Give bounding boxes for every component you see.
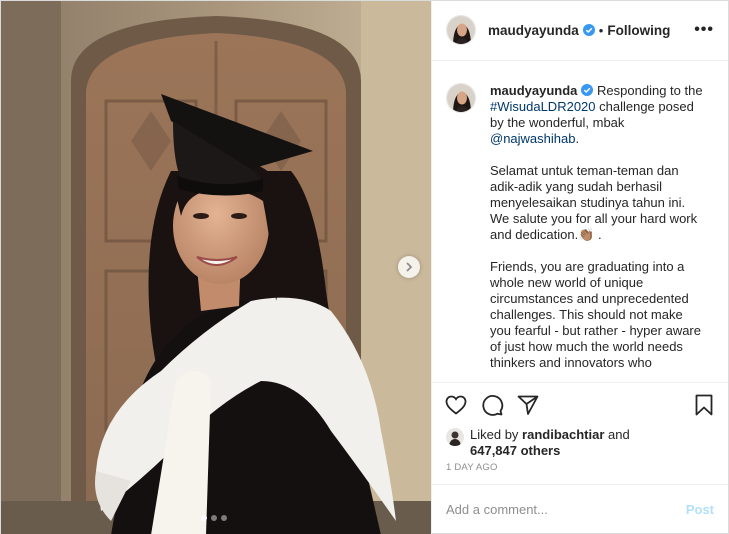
post-header: maudyayunda • Following •••: [432, 1, 728, 61]
username-link[interactable]: maudyayunda: [488, 23, 579, 38]
mention-link[interactable]: @najwashihab: [490, 131, 575, 146]
paper-plane-icon: [517, 395, 539, 415]
like-button[interactable]: [444, 393, 468, 417]
save-button[interactable]: [692, 393, 716, 417]
bookmark-icon: [695, 394, 713, 416]
liker-avatar-image: [446, 427, 464, 446]
liker-avatar[interactable]: [446, 427, 464, 446]
verified-badge-icon: [581, 83, 594, 96]
avatar-image: [447, 83, 475, 112]
caption-area: maudyayunda Responding to the #WisudaLDR…: [432, 61, 728, 382]
action-bar: [432, 381, 728, 427]
comment-button[interactable]: [480, 393, 504, 417]
carousel-dot: [211, 515, 217, 521]
avatar[interactable]: [446, 82, 476, 113]
comment-icon: [482, 394, 504, 416]
heart-icon: [445, 395, 467, 415]
likes-count-link[interactable]: 647,847 others: [470, 443, 560, 458]
share-button[interactable]: [516, 393, 540, 417]
post-comment-button[interactable]: Post: [686, 502, 714, 517]
post-timestamp[interactable]: 1 DAY AGO: [432, 462, 728, 484]
chevron-right-icon: [406, 262, 413, 272]
next-slide-button[interactable]: [398, 256, 420, 278]
likes-text: Liked by randibachtiar and 647,847 other…: [470, 427, 630, 459]
comment-box: Add a comment... Post: [432, 483, 728, 534]
graduation-photo: [1, 1, 431, 534]
likes-prefix: Liked by: [470, 426, 523, 442]
carousel-indicator: [201, 515, 227, 521]
avatar-image: [447, 16, 475, 45]
post-modal: maudyayunda • Following ••• maudyayunda …: [0, 0, 729, 534]
carousel-dot: [201, 515, 207, 521]
following-button[interactable]: Following: [607, 23, 670, 38]
carousel-dot: [221, 515, 227, 521]
caption-intro-3: .: [575, 130, 580, 146]
post-side-panel: maudyayunda • Following ••• maudyayunda …: [431, 1, 728, 534]
hashtag-link[interactable]: #WisudaLDR2020: [490, 99, 596, 114]
caption-username-link[interactable]: maudyayunda: [490, 83, 577, 98]
post-photo[interactable]: [1, 1, 431, 534]
caption-paragraph: maudyayunda Responding to the #WisudaLDR…: [490, 83, 704, 147]
avatar[interactable]: [446, 15, 476, 46]
more-options-button[interactable]: •••: [694, 21, 714, 39]
comment-input[interactable]: Add a comment...: [446, 502, 548, 517]
likes-summary: Liked by randibachtiar and 647,847 other…: [432, 427, 728, 462]
verified-badge-icon: [582, 24, 595, 37]
separator-dot: •: [598, 22, 604, 38]
caption-paragraph-2: Selamat untuk teman-teman dan adik-adik …: [490, 162, 698, 242]
caption-text: maudyayunda Responding to the #WisudaLDR…: [490, 83, 704, 382]
caption-intro: Responding to the: [593, 82, 703, 98]
caption-paragraph-3: Friends, you are graduating into a whole…: [490, 258, 701, 370]
likes-and: and: [604, 426, 630, 442]
liker-username-link[interactable]: randibachtiar: [522, 427, 604, 442]
